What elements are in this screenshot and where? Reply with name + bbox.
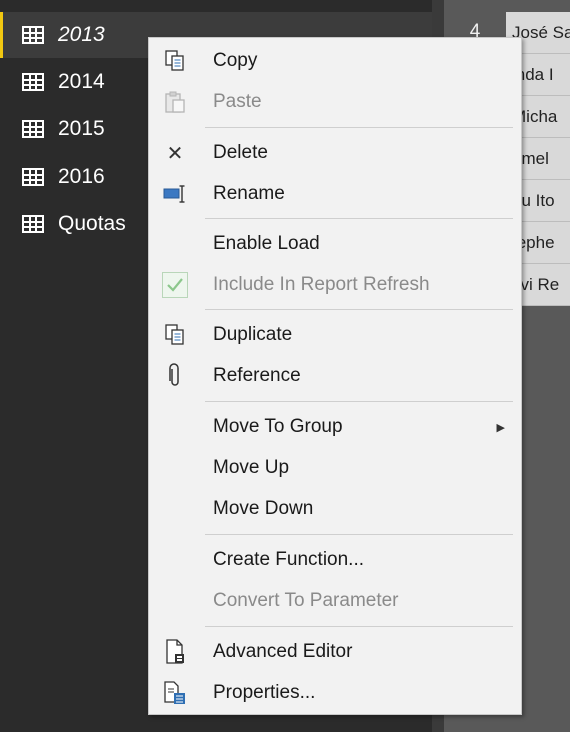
menu-label: Advanced Editor [213, 641, 353, 662]
table-icon [22, 168, 44, 186]
context-menu: Copy Paste ✕ Delete Rename Enable Load I… [148, 37, 522, 715]
close-icon: ✕ [166, 142, 184, 165]
duplicate-icon [161, 321, 189, 349]
menu-label: Convert To Parameter [213, 590, 399, 611]
menu-separator [205, 534, 513, 535]
query-label: 2016 [58, 165, 105, 188]
menu-label: Move Down [213, 498, 314, 519]
menu-label: Copy [213, 50, 258, 71]
menu-label: Move To Group [213, 416, 343, 437]
menu-item-reference[interactable]: Reference [149, 356, 521, 396]
menu-item-enable-load[interactable]: Enable Load [149, 224, 521, 264]
paste-icon [161, 88, 189, 116]
menu-item-delete[interactable]: ✕ Delete [149, 133, 521, 173]
checkbox-checked-icon [161, 271, 189, 299]
menu-separator [205, 309, 513, 310]
chevron-right-icon: ▶ [496, 421, 505, 434]
rename-icon [161, 180, 189, 208]
menu-item-rename[interactable]: Rename [149, 174, 521, 214]
table-icon [22, 26, 44, 44]
table-icon [22, 120, 44, 138]
menu-separator [205, 127, 513, 128]
query-label: 2014 [58, 70, 105, 93]
copy-icon [161, 47, 189, 75]
menu-label: Delete [213, 142, 268, 163]
menu-label: Properties... [213, 682, 316, 703]
menu-label: Move Up [213, 457, 290, 478]
menu-item-include-refresh[interactable]: Include In Report Refresh [149, 265, 521, 305]
menu-separator [205, 218, 513, 219]
document-editor-icon [161, 638, 189, 666]
menu-label: Rename [213, 183, 285, 204]
table-icon [22, 215, 44, 233]
menu-item-move-to-group[interactable]: Move To Group ▶ [149, 407, 521, 447]
menu-item-advanced-editor[interactable]: Advanced Editor [149, 632, 521, 672]
menu-label: Create Function... [213, 549, 365, 570]
query-label: Quotas [58, 212, 126, 235]
menu-separator [205, 626, 513, 627]
menu-item-move-down[interactable]: Move Down [149, 489, 521, 529]
menu-label: Paste [213, 91, 262, 112]
menu-label: Duplicate [213, 324, 293, 345]
menu-item-copy[interactable]: Copy [149, 41, 521, 81]
table-icon [22, 73, 44, 91]
menu-item-paste[interactable]: Paste [149, 82, 521, 122]
menu-separator [205, 401, 513, 402]
query-label: 2015 [58, 117, 105, 140]
menu-label: Enable Load [213, 233, 320, 254]
menu-label: Include In Report Refresh [213, 274, 430, 295]
menu-item-properties[interactable]: Properties... [149, 673, 521, 713]
paperclip-icon [161, 362, 189, 390]
menu-item-create-function[interactable]: Create Function... [149, 540, 521, 580]
menu-item-convert-parameter[interactable]: Convert To Parameter [149, 581, 521, 621]
menu-item-duplicate[interactable]: Duplicate [149, 315, 521, 355]
menu-label: Reference [213, 365, 301, 386]
menu-item-move-up[interactable]: Move Up [149, 448, 521, 488]
query-label: 2013 [58, 23, 105, 46]
properties-icon [161, 679, 189, 707]
